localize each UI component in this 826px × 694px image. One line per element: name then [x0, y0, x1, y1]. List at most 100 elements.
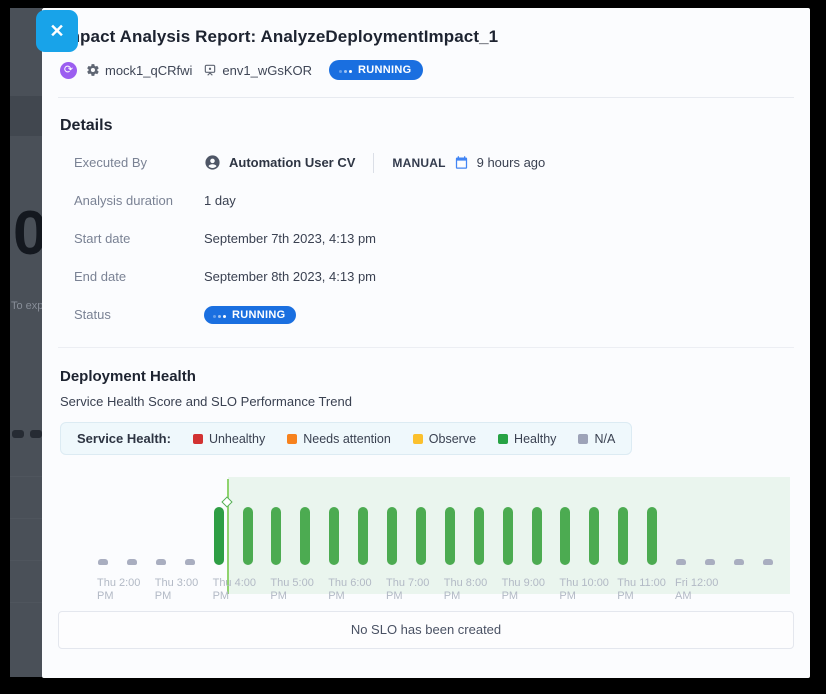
background-metric-number: 0: [13, 198, 42, 269]
health-bar-healthy[interactable]: [271, 507, 281, 565]
detail-label: Status: [74, 307, 204, 322]
x-axis-tick-label: Thu 4:00PM: [213, 577, 256, 603]
x-axis-tick-label: Thu 8:00PM: [444, 577, 487, 603]
status-badge-label: RUNNING: [358, 64, 411, 76]
x-axis-tick-label: Thu 11:00PM: [617, 577, 666, 603]
page-title: Impact Analysis Report: AnalyzeDeploymen…: [60, 8, 794, 47]
gear-icon: [86, 63, 100, 77]
background-table-row-line: [10, 476, 42, 477]
detail-row: End date September 8th 2023, 4:13 pm: [74, 266, 794, 287]
health-bar-na[interactable]: [98, 559, 108, 565]
healthy-swatch-icon: [498, 434, 508, 444]
detail-label: Analysis duration: [74, 193, 204, 208]
deployment-health-heading: Deployment Health: [60, 368, 794, 385]
health-bar-healthy[interactable]: [329, 507, 339, 565]
detail-label: Executed By: [74, 155, 204, 170]
environment-name: env1_wGsKOR: [222, 63, 312, 78]
running-dots-icon: [339, 64, 354, 76]
legend-label: Needs attention: [303, 432, 391, 446]
health-bar-healthy[interactable]: [358, 507, 368, 565]
health-bar-na[interactable]: [763, 559, 773, 565]
x-axis-tick-label: Thu 3:00PM: [155, 577, 198, 603]
vertical-divider: [373, 153, 374, 173]
background-table-row-line: [10, 518, 42, 519]
workflow-link[interactable]: mock1_qCRfwi: [86, 63, 192, 78]
x-axis-tick-label: Thu 2:00PM: [97, 577, 140, 603]
health-bar-healthy[interactable]: [387, 507, 397, 565]
legend-item-na: N/A: [578, 432, 615, 446]
health-bar-healthy[interactable]: [532, 507, 542, 565]
health-bar-na[interactable]: [676, 559, 686, 565]
health-bar-na[interactable]: [734, 559, 744, 565]
legend-label: N/A: [594, 432, 615, 446]
report-meta-row: ⟳ mock1_qCRfwi env1_wGsKOR RUNNING: [60, 60, 794, 80]
header-divider: [58, 97, 794, 98]
executed-by-user: Automation User CV: [229, 155, 355, 170]
health-bar-na[interactable]: [156, 559, 166, 565]
close-modal-button[interactable]: ✕: [36, 10, 78, 52]
health-bar-healthy[interactable]: [618, 507, 628, 565]
dimmed-background-page: 0 To exp: [10, 8, 42, 677]
unhealthy-swatch-icon: [193, 434, 203, 444]
health-bar-healthy[interactable]: [647, 507, 657, 565]
deployment-app-icon: ⟳: [60, 62, 77, 79]
user-avatar-icon: [204, 154, 221, 171]
background-table-row-line: [10, 602, 42, 603]
background-icon-shape: [30, 430, 42, 438]
legend-item-needs-attention: Needs attention: [287, 432, 391, 446]
x-axis-tick-label: Fri 12:00AM: [675, 577, 718, 603]
background-table-row-line: [10, 560, 42, 561]
background-icon-shape: [12, 430, 24, 438]
status-badge: RUNNING: [329, 60, 423, 80]
status-badge: RUNNING: [204, 306, 296, 324]
x-axis-tick-label: Thu 5:00PM: [270, 577, 313, 603]
health-bar-healthy[interactable]: [214, 507, 224, 565]
detail-value: September 8th 2023, 4:13 pm: [204, 269, 376, 284]
legend-label: Observe: [429, 432, 476, 446]
health-bar-na[interactable]: [127, 559, 137, 565]
health-bar-healthy[interactable]: [300, 507, 310, 565]
legend-label: Healthy: [514, 432, 556, 446]
na-swatch-icon: [578, 434, 588, 444]
health-bar-healthy[interactable]: [503, 507, 513, 565]
health-bar-na[interactable]: [705, 559, 715, 565]
health-bar-healthy[interactable]: [474, 507, 484, 565]
service-health-bar-chart[interactable]: Thu 2:00PM Thu 3:00PM Thu 4:00PM Thu 5:00PM…: [58, 471, 794, 607]
service-health-legend: Service Health: Unhealthy Needs attentio…: [60, 422, 632, 455]
legend-title: Service Health:: [77, 431, 171, 446]
health-bar-healthy[interactable]: [416, 507, 426, 565]
detail-row-executed-by: Executed By Automation User CV MANUAL 9 …: [74, 152, 794, 173]
health-bar-healthy[interactable]: [243, 507, 253, 565]
detail-row-status: Status RUNNING: [74, 304, 794, 325]
health-bar-healthy[interactable]: [560, 507, 570, 565]
health-bar-na[interactable]: [185, 559, 195, 565]
observe-swatch-icon: [413, 434, 423, 444]
detail-row: Start date September 7th 2023, 4:13 pm: [74, 228, 794, 249]
x-axis-tick-label: Thu 9:00PM: [502, 577, 545, 603]
section-divider: [58, 347, 794, 348]
trigger-mode: MANUAL: [392, 156, 445, 170]
needs-attention-swatch-icon: [287, 434, 297, 444]
impact-analysis-report-modal: Impact Analysis Report: AnalyzeDeploymen…: [42, 8, 810, 678]
legend-item-unhealthy: Unhealthy: [193, 432, 265, 446]
executed-time: 9 hours ago: [477, 155, 546, 170]
slo-empty-state: No SLO has been created: [58, 611, 794, 649]
environment-link[interactable]: env1_wGsKOR: [203, 63, 312, 78]
x-axis-tick-label: Thu 6:00PM: [328, 577, 371, 603]
detail-row: Analysis duration 1 day: [74, 190, 794, 211]
health-bar-healthy[interactable]: [445, 507, 455, 565]
slo-empty-message: No SLO has been created: [351, 622, 501, 637]
workflow-name: mock1_qCRfwi: [105, 63, 192, 78]
x-axis-tick-label: Thu 10:00PM: [559, 577, 609, 603]
running-dots-icon: [213, 309, 228, 321]
health-bar-healthy[interactable]: [589, 507, 599, 565]
legend-item-observe: Observe: [413, 432, 476, 446]
detail-value: Automation User CV MANUAL 9 hours ago: [204, 153, 545, 173]
close-icon: ✕: [49, 21, 64, 42]
detail-label: Start date: [74, 231, 204, 246]
chart-subtitle: Service Health Score and SLO Performance…: [60, 394, 794, 409]
legend-label: Unhealthy: [209, 432, 265, 446]
detail-label: End date: [74, 269, 204, 284]
detail-value: September 7th 2023, 4:13 pm: [204, 231, 376, 246]
calendar-icon: [454, 155, 469, 170]
